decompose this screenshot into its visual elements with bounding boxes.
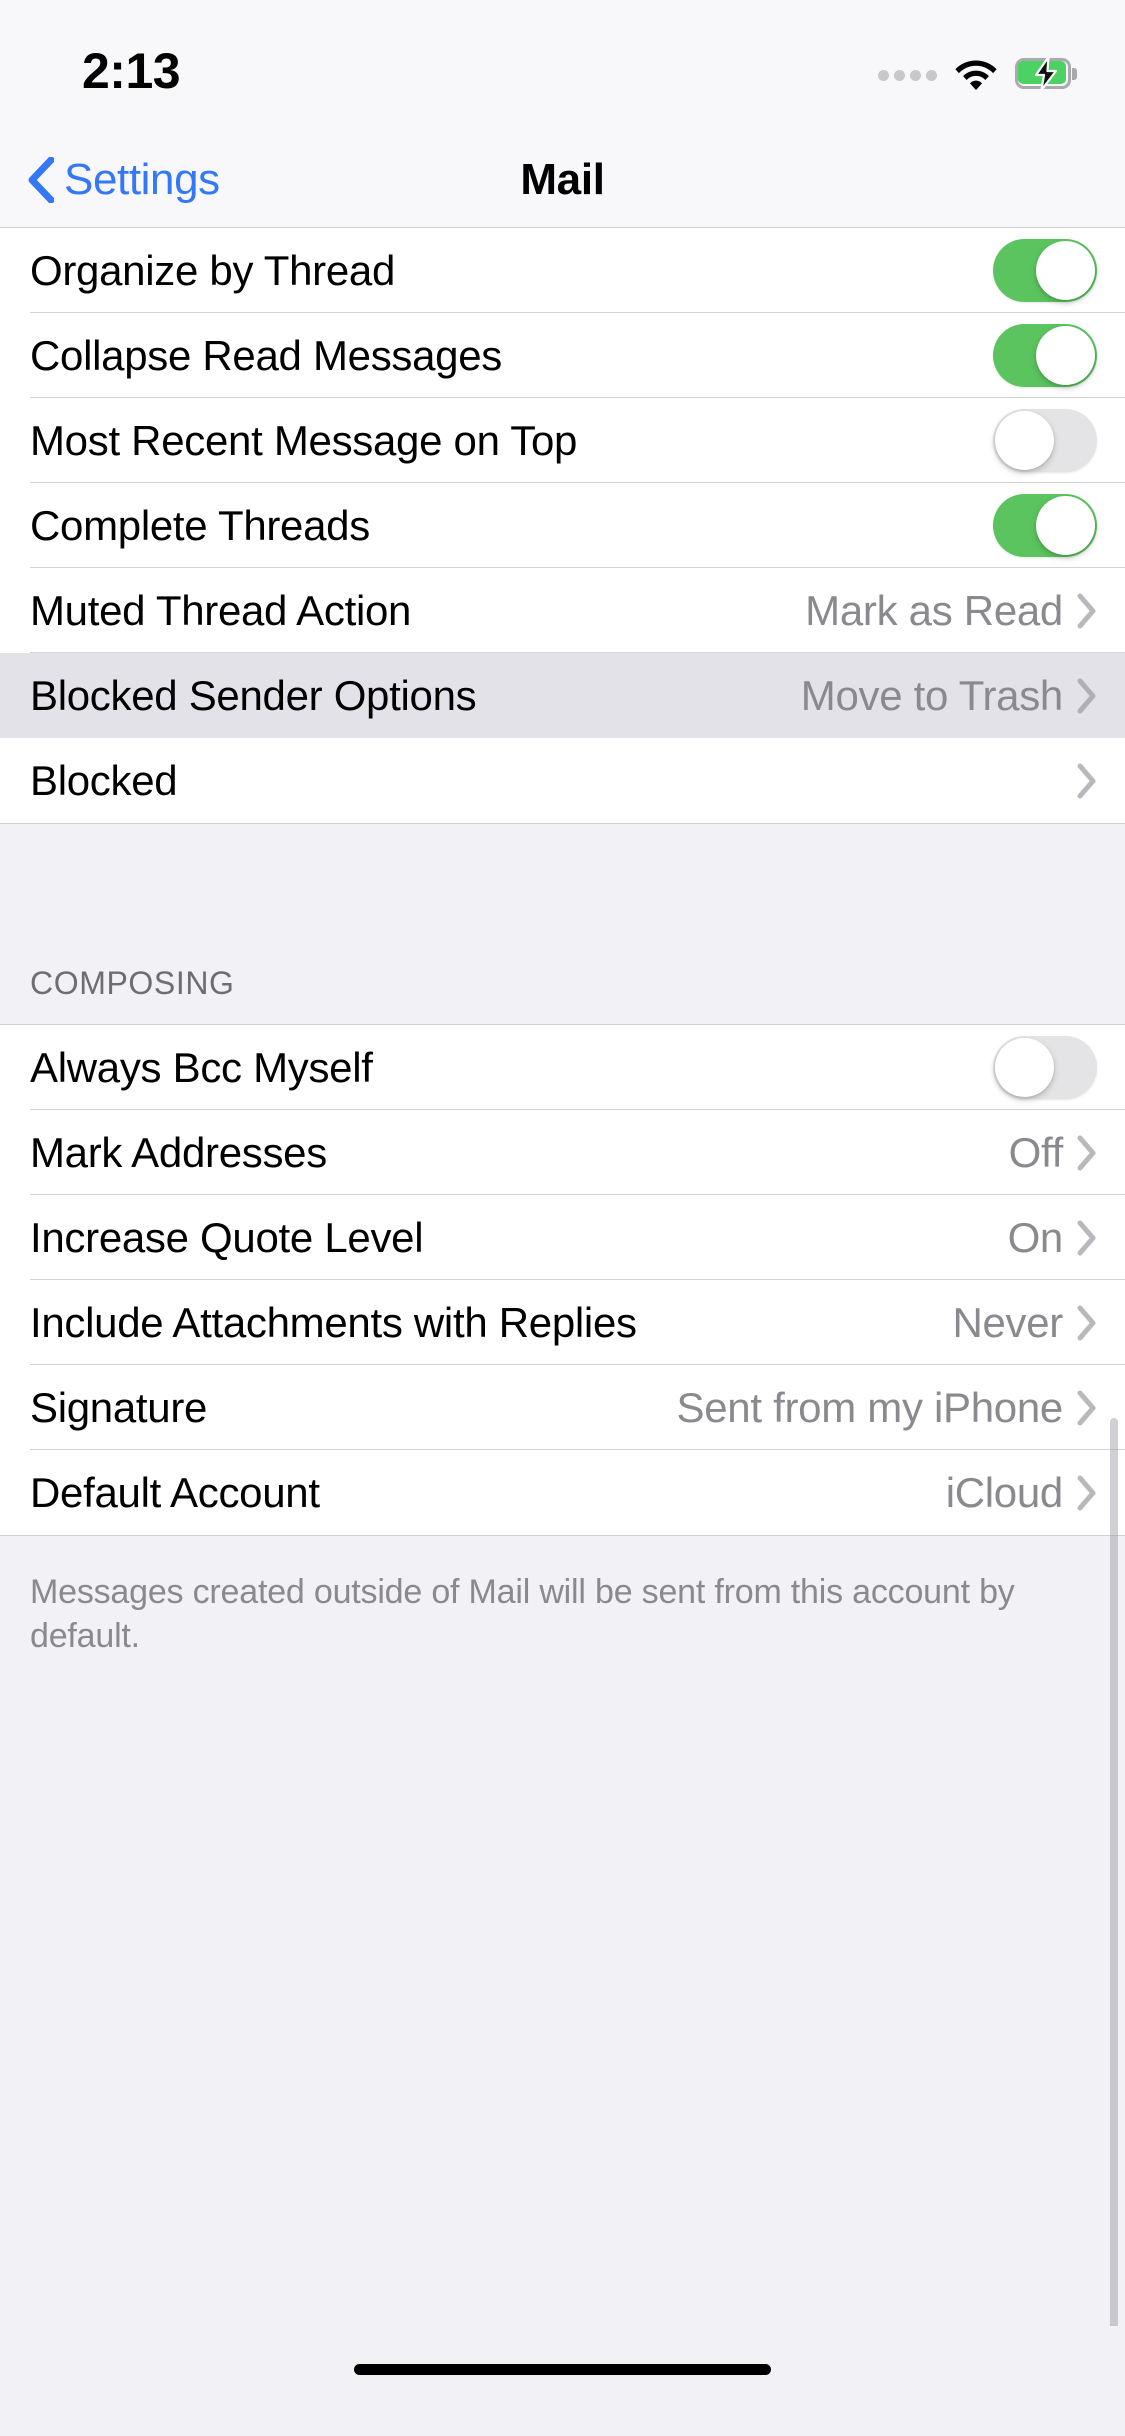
status-bar-time: 2:13 [82, 43, 181, 99]
battery-charging-icon [1015, 56, 1077, 90]
row-most-recent-message-on-top[interactable]: Most Recent Message on Top [0, 398, 1125, 483]
chevron-right-icon [1077, 593, 1096, 628]
iphone-screen: 2:13 Settings Mail Organize by Thread Co… [0, 0, 1125, 2436]
signal-dots-icon [878, 65, 937, 81]
settings-group-composing: Always Bcc Myself Mark Addresses Off Inc… [0, 1024, 1125, 1536]
row-label: Complete Threads [30, 501, 370, 549]
row-mark-addresses[interactable]: Mark Addresses Off [0, 1110, 1125, 1195]
row-collapse-read-messages[interactable]: Collapse Read Messages [0, 313, 1125, 398]
row-always-bcc-myself[interactable]: Always Bcc Myself [0, 1025, 1125, 1110]
status-bar-indicators [878, 52, 1077, 94]
home-indicator-area [0, 2326, 1125, 2436]
row-accessory [993, 494, 1097, 557]
row-accessory: On [1007, 1213, 1097, 1261]
row-accessory: Never [952, 1298, 1097, 1346]
row-accessory [993, 409, 1097, 472]
row-label: Blocked Sender Options [30, 671, 477, 719]
row-blocked-sender-options[interactable]: Blocked Sender Options Move to Trash [0, 653, 1125, 738]
row-label: Organize by Thread [30, 246, 396, 294]
row-label: Increase Quote Level [30, 1213, 424, 1261]
row-accessory [993, 324, 1097, 387]
row-accessory: Off [1008, 1128, 1097, 1176]
row-accessory: Mark as Read [805, 586, 1097, 634]
settings-group-threading: Organize by Thread Collapse Read Message… [0, 228, 1125, 824]
row-value: iCloud [945, 1468, 1064, 1516]
section-header-composing: COMPOSING [0, 940, 1125, 1024]
chevron-right-icon [1077, 763, 1096, 798]
row-label: Most Recent Message on Top [30, 416, 578, 464]
row-default-account[interactable]: Default Account iCloud [0, 1450, 1125, 1535]
row-include-attachments-with-replies[interactable]: Include Attachments with Replies Never [0, 1280, 1125, 1365]
row-label: Mark Addresses [30, 1128, 327, 1176]
row-value: Off [1008, 1128, 1064, 1176]
row-organize-by-thread[interactable]: Organize by Thread [0, 228, 1125, 313]
toggle-organize-by-thread[interactable] [993, 239, 1097, 302]
home-indicator[interactable] [354, 2364, 771, 2375]
row-accessory [1063, 763, 1097, 799]
section-footer-composing: Messages created outside of Mail will be… [0, 1536, 1125, 1659]
section-footer-text: Messages created outside of Mail will be… [30, 1573, 1015, 1656]
chevron-right-icon [1077, 1220, 1096, 1255]
chevron-right-icon [1077, 1475, 1096, 1510]
row-value: Sent from my iPhone [676, 1383, 1064, 1431]
toggle-always-bcc-myself[interactable] [993, 1036, 1097, 1099]
row-label: Collapse Read Messages [30, 331, 502, 379]
toggle-most-recent-message-on-top[interactable] [993, 409, 1097, 472]
row-value: Move to Trash [800, 671, 1064, 719]
chevron-right-icon [1077, 1135, 1096, 1170]
row-accessory: Move to Trash [800, 671, 1097, 719]
row-increase-quote-level[interactable]: Increase Quote Level On [0, 1195, 1125, 1280]
row-accessory [993, 1036, 1097, 1099]
row-accessory: Sent from my iPhone [676, 1383, 1097, 1431]
row-complete-threads[interactable]: Complete Threads [0, 483, 1125, 568]
section-spacer [0, 824, 1125, 940]
row-label: Muted Thread Action [30, 586, 412, 634]
row-muted-thread-action[interactable]: Muted Thread Action Mark as Read [0, 568, 1125, 653]
row-value: Never [952, 1298, 1063, 1346]
row-accessory: iCloud [945, 1468, 1097, 1516]
status-bar: 2:13 [0, 0, 1125, 132]
row-blocked[interactable]: Blocked [0, 738, 1125, 823]
row-label: Always Bcc Myself [30, 1043, 373, 1091]
settings-list[interactable]: Organize by Thread Collapse Read Message… [0, 228, 1125, 2436]
row-value: On [1007, 1213, 1064, 1261]
row-label: Signature [30, 1383, 208, 1431]
row-accessory [993, 239, 1097, 302]
row-label: Default Account [30, 1468, 320, 1516]
vertical-scrollbar[interactable] [1110, 1418, 1118, 2378]
navigation-bar: Settings Mail [0, 132, 1125, 228]
toggle-complete-threads[interactable] [993, 494, 1097, 557]
chevron-right-icon [1077, 678, 1096, 713]
toggle-collapse-read-messages[interactable] [993, 324, 1097, 387]
row-label: Blocked [30, 756, 178, 804]
row-label: Include Attachments with Replies [30, 1298, 637, 1346]
section-header-label: COMPOSING [30, 965, 235, 1001]
page-title: Mail [520, 155, 605, 204]
row-value: Mark as Read [805, 586, 1063, 634]
chevron-right-icon [1077, 1305, 1096, 1340]
wifi-icon [953, 56, 999, 90]
chevron-right-icon [1077, 1390, 1096, 1425]
row-signature[interactable]: Signature Sent from my iPhone [0, 1365, 1125, 1450]
